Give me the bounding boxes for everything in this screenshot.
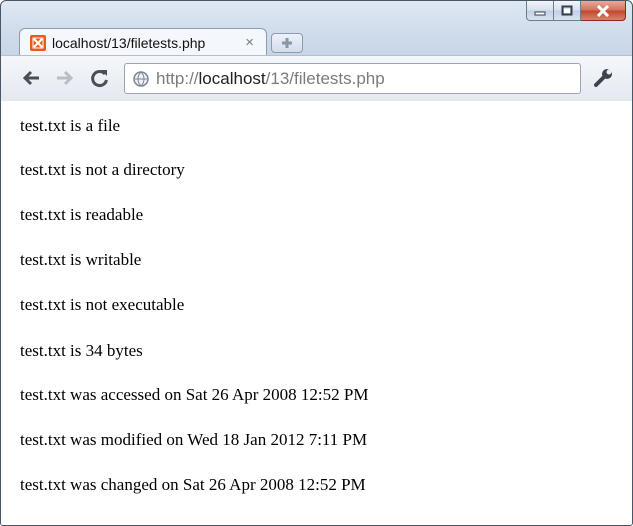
toolbar: http://localhost/13/filetests.php bbox=[1, 55, 632, 102]
forward-icon bbox=[57, 70, 74, 86]
reload-button[interactable] bbox=[87, 65, 113, 91]
result-line-readable: test.txt is readable bbox=[20, 205, 144, 224]
result-line-accessed: test.txt was accessed on Sat 26 Apr 2008… bbox=[20, 385, 369, 404]
url-scheme: http:// bbox=[156, 68, 199, 88]
tab-close-icon[interactable]: × bbox=[245, 34, 254, 51]
result-line-changed: test.txt was changed on Sat 26 Apr 2008 … bbox=[20, 475, 366, 494]
tab-title: localhost/13/filetests.php bbox=[52, 34, 206, 51]
reload-icon bbox=[91, 70, 108, 87]
result-line-writable: test.txt is writable bbox=[20, 250, 142, 269]
window-controls bbox=[526, 1, 626, 23]
result-line-size: test.txt is 34 bytes bbox=[20, 341, 143, 360]
url-host: localhost bbox=[198, 68, 266, 88]
result-line-executable: test.txt is not executable bbox=[20, 295, 185, 314]
minimize-icon bbox=[534, 11, 546, 15]
browser-window: localhost/13/filetests.php × http://loca… bbox=[0, 0, 633, 526]
page-content: test.txt is a file test.txt is not a dir… bbox=[1, 101, 632, 525]
url-path: /13/filetests.php bbox=[265, 68, 385, 88]
back-icon bbox=[22, 70, 39, 86]
globe-icon bbox=[133, 70, 149, 87]
result-line-is-file: test.txt is a file bbox=[20, 116, 121, 135]
close-window-button[interactable] bbox=[581, 1, 626, 21]
maximize-icon bbox=[561, 5, 573, 16]
address-bar[interactable]: http://localhost/13/filetests.php bbox=[124, 63, 581, 94]
wrench-menu-button[interactable] bbox=[591, 66, 615, 90]
wrench-icon bbox=[594, 69, 612, 87]
result-line-modified: test.txt was modified on Wed 18 Jan 2012… bbox=[20, 430, 368, 449]
maximize-button[interactable] bbox=[554, 1, 581, 21]
url-text: http://localhost/13/filetests.php bbox=[156, 69, 385, 89]
minimize-button[interactable] bbox=[526, 1, 554, 21]
new-tab-button[interactable] bbox=[271, 33, 303, 53]
xampp-favicon-icon bbox=[30, 34, 46, 51]
forward-button[interactable] bbox=[52, 65, 78, 91]
close-icon bbox=[596, 4, 610, 17]
back-button[interactable] bbox=[18, 65, 44, 91]
tab-filetests[interactable]: localhost/13/filetests.php × bbox=[19, 28, 267, 56]
new-tab-icon bbox=[282, 38, 292, 48]
result-line-is-directory: test.txt is not a directory bbox=[20, 160, 185, 179]
